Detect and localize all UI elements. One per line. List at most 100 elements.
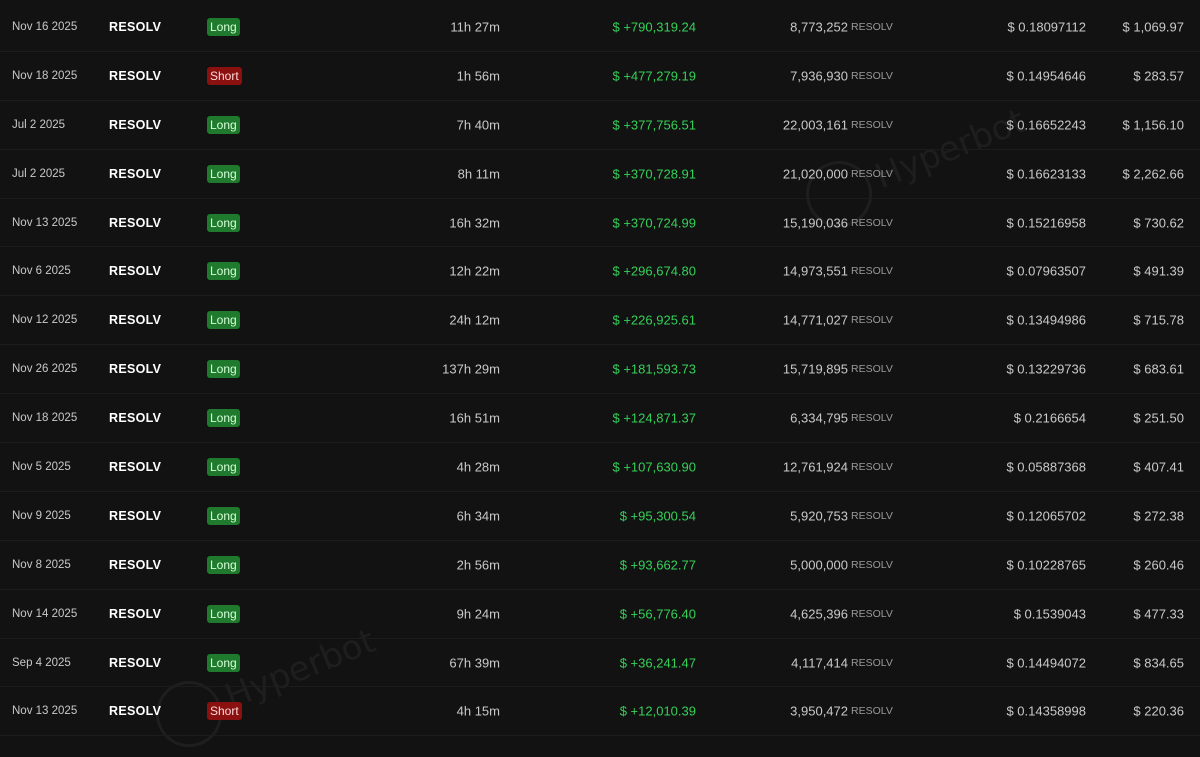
pnl-value: $ +790,319.24 bbox=[612, 19, 697, 35]
pnl-value: $ +95,300.54 bbox=[619, 508, 696, 524]
table-row[interactable]: Jul 2 2025 RESOLV Long 8h 11m $ +370,728.91 2… bbox=[0, 150, 1200, 199]
fee-value: $ 683.61 bbox=[1133, 361, 1184, 377]
size-unit: RESOLV bbox=[851, 558, 893, 571]
side-badge: Long bbox=[207, 653, 240, 672]
entry-price: $ 0.1539043 bbox=[1013, 606, 1086, 622]
trade-date: Nov 14 2025 bbox=[12, 607, 78, 620]
side-badge: Long bbox=[207, 311, 240, 330]
position-size: 22,003,161 bbox=[782, 117, 848, 133]
pnl-value: $ +370,728.91 bbox=[612, 166, 697, 182]
size-unit: RESOLV bbox=[851, 656, 893, 669]
entry-price: $ 0.15216958 bbox=[1006, 215, 1086, 230]
token-symbol: RESOLV bbox=[109, 704, 162, 719]
fee-value: $ 730.62 bbox=[1133, 215, 1184, 230]
trade-date: Nov 8 2025 bbox=[12, 558, 71, 571]
token-symbol: RESOLV bbox=[109, 459, 162, 474]
trade-date: Nov 13 2025 bbox=[12, 216, 78, 229]
side-badge: Short bbox=[207, 702, 242, 721]
trade-duration: 16h 51m bbox=[449, 410, 500, 426]
table-row[interactable]: Nov 9 2025 RESOLV Long 6h 34m $ +95,300.54 5,… bbox=[0, 492, 1200, 541]
trade-duration: 2h 56m bbox=[456, 557, 500, 573]
pnl-value: $ +296,674.80 bbox=[612, 263, 697, 279]
position-size: 3,950,472 bbox=[790, 703, 848, 719]
fee-value: $ 1,069.97 bbox=[1122, 19, 1184, 35]
side-badge: Long bbox=[207, 457, 240, 476]
token-symbol: RESOLV bbox=[109, 313, 162, 328]
size-unit: RESOLV bbox=[851, 216, 893, 229]
trade-duration: 8h 11m bbox=[457, 166, 500, 182]
position-size: 21,020,000 bbox=[782, 166, 848, 182]
entry-price: $ 0.2166654 bbox=[1013, 410, 1086, 426]
table-row[interactable]: Nov 16 2025 RESOLV Long 11h 27m $ +790,319.2… bbox=[0, 3, 1200, 52]
trade-duration: 7h 40m bbox=[456, 117, 500, 133]
trade-date: Nov 13 2025 bbox=[12, 705, 78, 718]
token-symbol: RESOLV bbox=[109, 508, 162, 523]
size-unit: RESOLV bbox=[851, 363, 893, 376]
position-size: 4,117,414 bbox=[791, 655, 848, 671]
side-badge: Long bbox=[207, 262, 240, 281]
entry-price: $ 0.14494072 bbox=[1006, 655, 1086, 671]
table-row[interactable]: Nov 18 2025 RESOLV Long 16h 51m $ +124,871.3… bbox=[0, 394, 1200, 444]
table-row[interactable]: Nov 13 2025 RESOLV Short 4h 15m $ +12,010.39… bbox=[0, 687, 1200, 737]
pnl-value: $ +36,241.47 bbox=[619, 655, 696, 671]
trade-duration: 9h 24m bbox=[456, 606, 500, 622]
position-size: 12,761,924 bbox=[782, 459, 848, 475]
trade-duration: 11h 27m bbox=[450, 19, 500, 35]
table-row[interactable]: Sep 4 2025 RESOLV Long 67h 39m $ +36,241.47 4… bbox=[0, 639, 1200, 688]
table-row[interactable]: Nov 18 2025 RESOLV Short 1h 56m $ +477,279.1… bbox=[0, 52, 1200, 101]
table-row[interactable]: Nov 13 2025 RESOLV Long 16h 32m $ +370,724.9… bbox=[0, 199, 1200, 248]
token-symbol: RESOLV bbox=[109, 19, 162, 34]
table-row[interactable]: Nov 5 2025 RESOLV Long 4h 28m $ +107,630.90 1… bbox=[0, 443, 1200, 492]
token-symbol: RESOLV bbox=[109, 117, 162, 132]
table-row[interactable]: Nov 8 2025 RESOLV Long 2h 56m $ +93,662.77 5,… bbox=[0, 541, 1200, 590]
entry-price: $ 0.10228765 bbox=[1006, 557, 1086, 573]
trade-date: Nov 9 2025 bbox=[12, 509, 71, 522]
trade-date: Nov 18 2025 bbox=[12, 69, 78, 82]
table-row[interactable]: Nov 14 2025 RESOLV Long 9h 24m $ +56,776.40 4… bbox=[0, 590, 1200, 639]
table-row[interactable]: Nov 26 2025 RESOLV Long 137h 29m $ +181,593.… bbox=[0, 345, 1200, 395]
position-size: 15,719,895 bbox=[782, 361, 848, 377]
fee-value: $ 715.78 bbox=[1133, 312, 1184, 328]
side-badge: Short bbox=[207, 66, 242, 85]
token-symbol: RESOLV bbox=[109, 362, 162, 377]
trade-duration: 137h 29m bbox=[442, 361, 500, 377]
position-size: 7,936,930 bbox=[790, 68, 848, 84]
fee-value: $ 283.57 bbox=[1133, 68, 1184, 84]
fee-value: $ 477.33 bbox=[1133, 606, 1184, 622]
fee-value: $ 251.50 bbox=[1133, 410, 1184, 426]
entry-price: $ 0.16652243 bbox=[1006, 117, 1086, 133]
size-unit: RESOLV bbox=[851, 705, 893, 718]
fee-value: $ 260.46 bbox=[1133, 557, 1184, 573]
token-symbol: RESOLV bbox=[109, 166, 162, 181]
token-symbol: RESOLV bbox=[109, 655, 162, 670]
side-badge: Long bbox=[207, 409, 240, 428]
trade-date: Nov 26 2025 bbox=[12, 363, 78, 376]
side-badge: Long bbox=[207, 506, 240, 525]
position-size: 14,973,551 bbox=[782, 263, 848, 279]
side-badge: Long bbox=[207, 213, 240, 232]
position-size: 15,190,036 bbox=[782, 215, 848, 230]
pnl-value: $ +56,776.40 bbox=[619, 606, 696, 622]
size-unit: RESOLV bbox=[851, 69, 893, 82]
trade-duration: 1h 56m bbox=[456, 68, 500, 84]
table-row[interactable]: Nov 6 2025 RESOLV Long 12h 22m $ +296,674.80… bbox=[0, 247, 1200, 297]
size-unit: RESOLV bbox=[851, 314, 893, 327]
pnl-value: $ +226,925.61 bbox=[612, 312, 697, 328]
trade-date: Nov 6 2025 bbox=[12, 265, 71, 278]
side-badge: Long bbox=[207, 17, 240, 36]
token-symbol: RESOLV bbox=[109, 68, 162, 83]
position-size: 5,920,753 bbox=[790, 508, 848, 524]
trade-date: Jul 2 2025 bbox=[12, 167, 66, 180]
side-badge: Long bbox=[207, 115, 240, 134]
fee-value: $ 272.38 bbox=[1133, 508, 1184, 524]
table-row[interactable]: Jul 2 2025 RESOLV Long 7h 40m $ +377,756.51 2… bbox=[0, 101, 1200, 150]
table-row[interactable]: Nov 12 2025 RESOLV Long 24h 12m $ +226,925.6… bbox=[0, 296, 1200, 346]
trade-duration: 24h 12m bbox=[449, 312, 500, 328]
trade-duration: 4h 15m bbox=[456, 703, 500, 719]
trade-duration: 16h 32m bbox=[449, 215, 500, 230]
entry-price: $ 0.07963507 bbox=[1006, 263, 1086, 279]
entry-price: $ 0.05887368 bbox=[1006, 459, 1086, 475]
fee-value: $ 834.65 bbox=[1133, 655, 1184, 671]
size-unit: RESOLV bbox=[851, 118, 893, 131]
trades-table: Nov 16 2025 RESOLV Long 11h 27m $ +790,319.2… bbox=[0, 3, 1200, 737]
